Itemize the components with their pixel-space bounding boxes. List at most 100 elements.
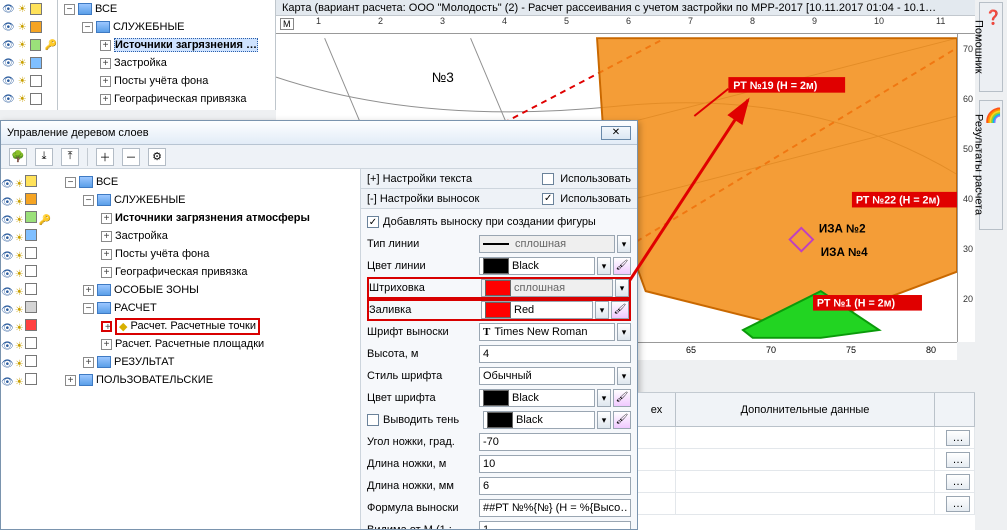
toolbar-btn-expand[interactable]: ⤓ — [35, 148, 53, 166]
dropdown-icon[interactable]: ▾ — [597, 257, 611, 275]
checkbox-use-callouts[interactable]: ✓ — [542, 193, 554, 205]
eye-icon[interactable] — [1, 304, 15, 316]
color-picker-button[interactable]: 🖌 — [613, 411, 631, 429]
collapse-icon[interactable]: − — [83, 195, 94, 206]
sun-icon[interactable] — [18, 57, 28, 69]
layer-swatch[interactable] — [25, 265, 37, 277]
expand-icon[interactable]: + — [101, 213, 112, 224]
sun-icon[interactable] — [18, 93, 28, 105]
layer-swatch[interactable] — [25, 211, 37, 223]
tree-node[interactable]: Источники загрязнения … — [114, 38, 258, 52]
layer-swatch[interactable] — [25, 229, 37, 241]
eye-icon[interactable] — [2, 3, 16, 15]
sun-icon[interactable] — [15, 268, 25, 280]
expand-icon[interactable]: + — [100, 94, 111, 105]
eye-icon[interactable] — [2, 93, 16, 105]
eye-icon[interactable] — [1, 286, 15, 298]
height-input[interactable] — [479, 345, 631, 363]
dropdown-icon[interactable]: ▾ — [597, 389, 611, 407]
row-action-button[interactable]: … — [946, 496, 970, 512]
color-picker-button[interactable]: 🖌 — [613, 389, 631, 407]
eye-icon[interactable] — [1, 358, 15, 370]
sun-icon[interactable] — [15, 376, 25, 388]
layer-manager-tree[interactable]: −ВСЕ −СЛУЖЕБНЫЕ +Источники загрязнения а… — [1, 169, 361, 529]
expand-icon[interactable]: + — [101, 321, 112, 332]
side-tab-results[interactable]: 🌈Результаты расчета — [979, 100, 1003, 230]
dropdown-icon[interactable]: ▾ — [597, 411, 611, 429]
dropdown-icon[interactable]: ▾ — [617, 323, 631, 341]
tree-node[interactable]: СЛУЖЕБНЫЕ — [114, 194, 186, 206]
tree-node[interactable]: Источники загрязнения атмосферы — [115, 212, 310, 224]
dropdown-icon[interactable]: ▾ — [615, 279, 629, 297]
layer-swatch[interactable] — [30, 39, 41, 51]
tree-node-all[interactable]: ВСЕ — [96, 176, 118, 188]
toolbar-btn-collapse[interactable]: ⤒ — [61, 148, 79, 166]
layer-swatch[interactable] — [25, 175, 37, 187]
sun-icon[interactable] — [15, 286, 25, 298]
leg-len-m-input[interactable] — [479, 455, 631, 473]
row-action-button[interactable]: … — [946, 430, 970, 446]
layer-swatch[interactable] — [25, 355, 37, 367]
layer-swatch[interactable] — [30, 75, 42, 87]
side-tab-help[interactable]: ❓Помошник — [979, 2, 1003, 92]
collapse-icon[interactable]: − — [83, 303, 94, 314]
eye-icon[interactable] — [1, 232, 15, 244]
eye-icon[interactable] — [1, 376, 15, 388]
leg-angle-input[interactable] — [479, 433, 631, 451]
sun-icon[interactable] — [15, 196, 25, 208]
tree-node-all[interactable]: ВСЕ — [95, 3, 117, 15]
toolbar-btn-props[interactable]: ⚙ — [148, 148, 166, 166]
hatch-select[interactable]: сплошная — [481, 279, 613, 297]
layer-tree-top[interactable]: −ВСЕ −СЛУЖЕБНЫЕ +Источники загрязнения …… — [58, 0, 276, 110]
row-action-button[interactable]: … — [946, 474, 970, 490]
formula-input[interactable] — [479, 499, 631, 517]
checkbox-shadow[interactable] — [367, 414, 379, 426]
color-picker-button[interactable]: 🖌 — [611, 301, 629, 319]
eye-icon[interactable] — [1, 340, 15, 352]
color-picker-button[interactable]: 🖌 — [613, 257, 631, 275]
layer-swatch[interactable] — [30, 93, 42, 105]
dropdown-icon[interactable]: ▾ — [595, 301, 609, 319]
tree-node-selected[interactable]: Расчет. Расчетные точки — [130, 320, 256, 332]
expand-icon[interactable]: + — [101, 249, 112, 260]
layer-swatch[interactable] — [25, 247, 37, 259]
checkbox-use-text[interactable] — [542, 173, 554, 185]
expand-icon[interactable]: + — [101, 231, 112, 242]
expand-icon[interactable]: + — [101, 339, 112, 350]
collapse-icon[interactable]: − — [82, 22, 93, 33]
expand-icon[interactable]: + — [100, 40, 111, 51]
toolbar-btn-add[interactable]: ＋ — [96, 148, 114, 166]
dropdown-icon[interactable]: ▾ — [617, 235, 631, 253]
toolbar-btn-tree[interactable]: 🌳 — [9, 148, 27, 166]
collapse-icon[interactable]: − — [64, 4, 75, 15]
expand-icon[interactable]: + — [100, 58, 111, 69]
scale-badge[interactable]: М — [280, 18, 294, 30]
font-color-select[interactable]: Black — [479, 389, 595, 407]
vis-from-input[interactable] — [479, 521, 631, 529]
layer-swatch[interactable] — [25, 337, 37, 349]
tree-node[interactable]: ОСОБЫЕ ЗОНЫ — [114, 284, 199, 296]
sun-icon[interactable] — [15, 358, 25, 370]
checkbox-add-callout[interactable]: ✓ — [367, 216, 379, 228]
tree-node[interactable]: ПОЛЬЗОВАТЕЛЬСКИЕ — [96, 374, 213, 386]
panel-header-callouts[interactable]: [-] Настройки выносок — [367, 193, 479, 205]
sun-icon[interactable] — [18, 21, 28, 33]
eye-icon[interactable] — [1, 250, 15, 262]
callout-rt22[interactable]: РТ №22 (H = 2м) — [852, 192, 957, 208]
sun-icon[interactable] — [18, 39, 28, 51]
eye-icon[interactable] — [2, 39, 16, 51]
font-style-select[interactable]: Обычный — [479, 367, 615, 385]
eye-icon[interactable] — [2, 57, 16, 69]
tree-node[interactable]: Географическая привязка — [115, 266, 248, 278]
layer-swatch[interactable] — [30, 21, 42, 33]
panel-header-text[interactable]: [+] Настройки текста — [367, 173, 472, 185]
eye-icon[interactable] — [1, 268, 15, 280]
sun-icon[interactable] — [15, 250, 25, 262]
tree-node[interactable]: Застройка — [115, 230, 168, 242]
fill-color-select[interactable]: Red — [481, 301, 593, 319]
sun-icon[interactable] — [15, 340, 25, 352]
tree-node[interactable]: РАСЧЕТ — [114, 302, 157, 314]
sun-icon[interactable] — [18, 75, 28, 87]
close-button[interactable]: ✕ — [601, 126, 631, 140]
eye-icon[interactable] — [2, 75, 16, 87]
